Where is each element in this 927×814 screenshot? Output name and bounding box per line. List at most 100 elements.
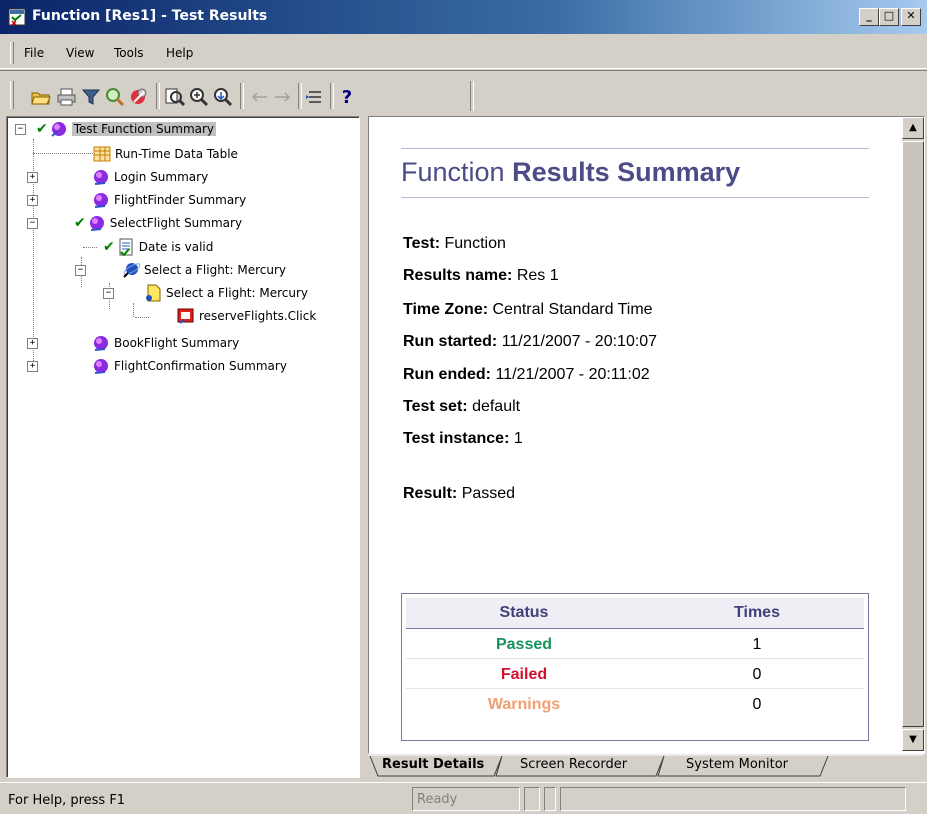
toolbar-end-divider bbox=[470, 81, 474, 111]
passed-check-icon: ✔ bbox=[103, 239, 115, 255]
tree-node-bookflight-summary[interactable]: + BookFlight Summary bbox=[27, 333, 239, 353]
filter-icon[interactable] bbox=[80, 86, 102, 108]
open-folder-icon[interactable] bbox=[30, 86, 52, 108]
tree-connector bbox=[33, 153, 93, 154]
scroll-thumb[interactable] bbox=[902, 141, 924, 727]
zoom-in-icon[interactable] bbox=[188, 86, 210, 108]
tree-node-label: Select a Flight: Mercury bbox=[144, 263, 287, 277]
maximize-button[interactable]: □ bbox=[879, 8, 899, 26]
tab-system-monitor[interactable]: System Monitor bbox=[686, 754, 788, 776]
title-bar[interactable]: Function [Res1] - Test Results _ □ ✕ bbox=[0, 0, 927, 34]
minimize-button[interactable]: _ bbox=[859, 8, 879, 26]
expand-all-icon[interactable] bbox=[304, 86, 326, 108]
table-row-failed: Failed 0 bbox=[406, 660, 864, 689]
tree-node-login-summary[interactable]: + Login Summary bbox=[27, 167, 208, 187]
toolbar-separator bbox=[330, 83, 334, 109]
menu-bar: File View Tools Help bbox=[0, 36, 927, 69]
passed-check-icon: ✔ bbox=[74, 215, 86, 231]
tree-node-root[interactable]: − ✔ Test Function Summary bbox=[15, 119, 217, 139]
help-question-icon[interactable]: ? bbox=[336, 86, 358, 108]
collapse-icon[interactable]: − bbox=[75, 264, 86, 276]
status-panel bbox=[524, 787, 540, 811]
test-results-tree[interactable]: − ✔ Test Function Summary Run-Time Data … bbox=[6, 116, 360, 778]
tree-node-reserveflights-click[interactable]: reserveFlights.Click bbox=[177, 306, 316, 326]
tree-node-flightfinder-summary[interactable]: + FlightFinder Summary bbox=[27, 190, 246, 210]
table-header-row: Status Times bbox=[406, 598, 864, 629]
tree-connector bbox=[133, 303, 134, 317]
menu-view[interactable]: View bbox=[66, 46, 94, 60]
menu-tools[interactable]: Tools bbox=[114, 46, 144, 60]
title-rule-bottom bbox=[401, 197, 869, 198]
toolbar-grip[interactable] bbox=[10, 81, 14, 109]
field-results-name: Results name: Res 1 bbox=[403, 267, 559, 284]
tree-node-select-flight-page[interactable]: − Select a Flight: Mercury bbox=[103, 283, 308, 303]
print-icon[interactable] bbox=[56, 86, 78, 108]
table-row-passed: Passed 1 bbox=[406, 630, 864, 659]
action-summary-icon bbox=[94, 359, 108, 374]
vertical-scrollbar[interactable]: ▲ ▼ bbox=[902, 117, 924, 751]
tree-node-label: Login Summary bbox=[114, 170, 209, 184]
report-title: Function Results Summary bbox=[401, 157, 741, 187]
pane-splitter[interactable] bbox=[360, 116, 366, 782]
tree-node-label: Select a Flight: Mercury bbox=[166, 286, 309, 300]
status-warnings: Warnings bbox=[487, 696, 561, 713]
field-test: Test: Function bbox=[403, 235, 506, 252]
app-icon bbox=[8, 8, 26, 26]
action-summary-icon bbox=[94, 170, 108, 185]
tree-node-label: FlightConfirmation Summary bbox=[114, 359, 287, 373]
table-row-warnings: Warnings 0 bbox=[406, 690, 864, 718]
tree-connector bbox=[135, 317, 149, 318]
toolbar: ? bbox=[0, 70, 927, 117]
expand-icon[interactable]: + bbox=[27, 337, 38, 349]
data-table-icon bbox=[93, 146, 111, 162]
tree-node-selectflight-summary[interactable]: − ✔ SelectFlight Summary bbox=[27, 213, 242, 233]
tree-connector bbox=[83, 247, 97, 248]
collapse-icon[interactable]: − bbox=[27, 217, 38, 229]
ready-indicator: Ready bbox=[412, 787, 520, 811]
back-arrow-icon[interactable] bbox=[248, 86, 270, 108]
tree-node-select-flight-browser[interactable]: − Select a Flight: Mercury bbox=[75, 260, 286, 280]
tab-screen-recorder[interactable]: Screen Recorder bbox=[520, 754, 627, 776]
collapse-icon[interactable]: − bbox=[15, 123, 26, 135]
expand-icon[interactable]: + bbox=[27, 360, 38, 372]
times-passed: 1 bbox=[752, 636, 762, 653]
browser-icon bbox=[123, 263, 140, 278]
tree-node-label: Date is valid bbox=[138, 240, 214, 254]
expand-icon[interactable]: + bbox=[27, 171, 38, 183]
menu-file[interactable]: File bbox=[24, 46, 44, 60]
times-failed: 0 bbox=[752, 666, 762, 683]
title-rule-top bbox=[401, 148, 869, 149]
field-test-instance: Test instance: 1 bbox=[403, 430, 523, 447]
action-summary-icon bbox=[89, 216, 104, 231]
results-icon[interactable] bbox=[128, 86, 150, 108]
zoom-view-icon[interactable] bbox=[164, 86, 186, 108]
field-test-set: Test set: default bbox=[403, 398, 521, 415]
checkpoint-icon bbox=[119, 238, 133, 256]
find-icon[interactable] bbox=[104, 86, 126, 108]
status-panel bbox=[560, 787, 906, 811]
forward-arrow-icon[interactable] bbox=[272, 86, 294, 108]
tab-result-details[interactable]: Result Details bbox=[382, 754, 484, 776]
tree-node-runtime-data-table[interactable]: Run-Time Data Table bbox=[93, 144, 238, 164]
tree-node-label: BookFlight Summary bbox=[114, 336, 240, 350]
status-panel bbox=[544, 787, 556, 811]
toolbar-separator bbox=[156, 83, 160, 109]
scroll-up-icon[interactable]: ▲ bbox=[902, 117, 924, 139]
tree-node-label: Run-Time Data Table bbox=[115, 147, 238, 161]
zoom-out-icon[interactable] bbox=[212, 86, 234, 108]
report-content: Function Results Summary Test: Function … bbox=[369, 117, 897, 751]
tree-node-date-is-valid[interactable]: ✔ Date is valid bbox=[103, 237, 213, 257]
menubar-grip[interactable] bbox=[10, 42, 14, 64]
status-failed: Failed bbox=[500, 666, 548, 683]
close-button[interactable]: ✕ bbox=[901, 8, 921, 26]
tree-node-label: reserveFlights.Click bbox=[199, 309, 317, 323]
menu-help[interactable]: Help bbox=[166, 46, 193, 60]
action-summary-icon bbox=[94, 336, 108, 351]
field-run-ended: Run ended: 11/21/2007 - 20:11:02 bbox=[403, 366, 650, 383]
test-summary-icon bbox=[51, 122, 66, 137]
collapse-icon[interactable]: − bbox=[103, 287, 114, 299]
scroll-down-icon[interactable]: ▼ bbox=[902, 729, 924, 751]
tree-node-label: Test Function Summary bbox=[71, 122, 217, 136]
expand-icon[interactable]: + bbox=[27, 194, 38, 206]
tree-node-flightconfirmation-summary[interactable]: + FlightConfirmation Summary bbox=[27, 356, 287, 376]
